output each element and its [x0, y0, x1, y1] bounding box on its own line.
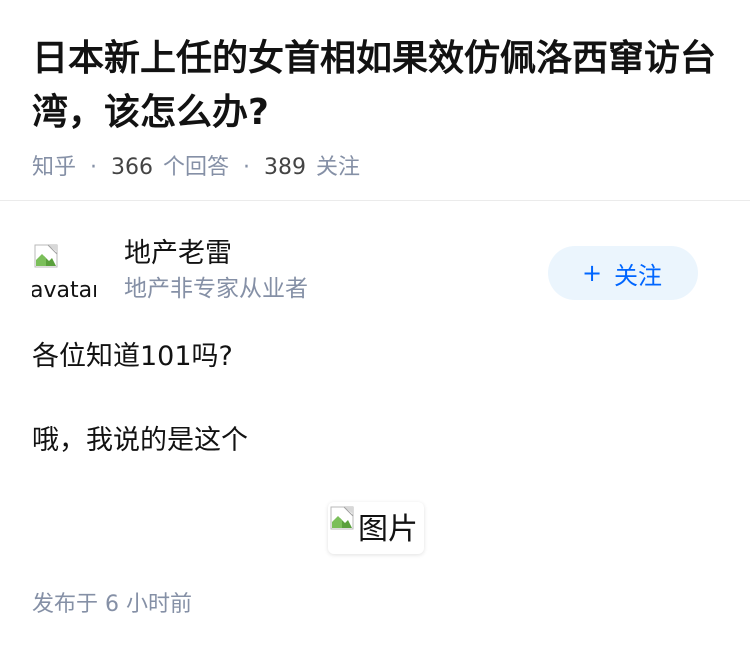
follower-count: 389	[264, 155, 307, 180]
question-title[interactable]: 日本新上任的女首相如果效仿佩洛西窜访台湾，该怎么办?	[32, 32, 718, 140]
author-bio: 地产非专家从业者	[124, 276, 308, 302]
follower-count-label[interactable]: 关注	[316, 152, 360, 184]
publish-time: 发布于 6 小时前	[32, 592, 192, 617]
answer-content: 各位知道101吗? 哦，我说的是这个	[32, 336, 718, 462]
source-label[interactable]: 知乎	[32, 152, 76, 184]
answer-paragraph: 各位知道101吗?	[32, 341, 233, 372]
follow-button[interactable]: + 关注	[548, 246, 698, 300]
avatar-alt-text: avatar	[32, 278, 96, 303]
avatar[interactable]: avatar	[32, 240, 96, 304]
broken-image-icon	[330, 506, 354, 530]
answer-count-label[interactable]: 个回答	[163, 152, 229, 184]
meta-separator: ·	[243, 155, 251, 180]
follow-button-label: 关注	[614, 261, 663, 290]
author-info: 地产老雷 地产非专家从业者	[124, 236, 308, 306]
image-alt-text: 图片	[358, 512, 418, 547]
author-name[interactable]: 地产老雷	[124, 236, 308, 272]
author-row: avatar 地产老雷 地产非专家从业者 + 关注	[32, 236, 718, 308]
question-meta: 知乎 · 366 个回答 · 389 关注	[32, 152, 718, 184]
section-divider	[0, 200, 750, 201]
question-header: 日本新上任的女首相如果效仿佩洛西窜访台湾，该怎么办? 知乎 · 366 个回答 …	[0, 0, 750, 184]
plus-icon: +	[581, 259, 603, 287]
answer-card: avatar 地产老雷 地产非专家从业者 + 关注 各位知道101吗? 哦，我说…	[32, 236, 718, 554]
meta-separator: ·	[90, 155, 98, 180]
answer-paragraph: 哦，我说的是这个	[32, 425, 248, 456]
answer-count: 366	[111, 155, 154, 180]
answer-image[interactable]: 图片	[328, 502, 424, 554]
broken-image-icon	[34, 244, 58, 268]
